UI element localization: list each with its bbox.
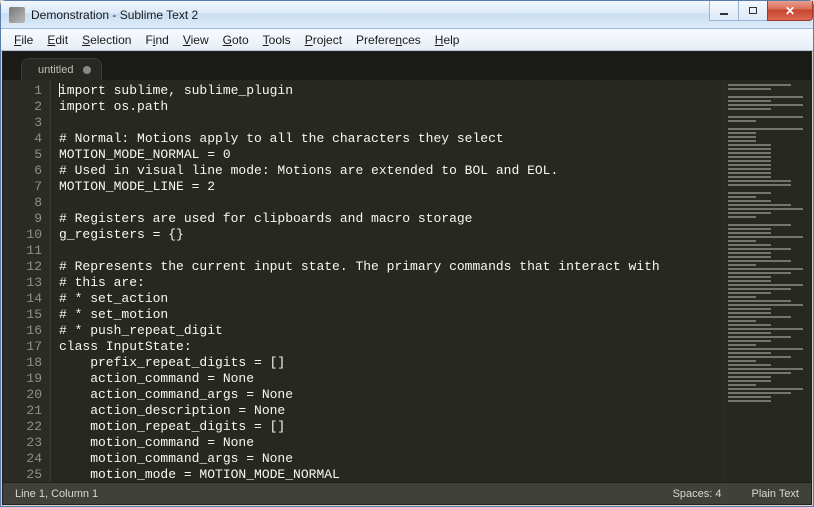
- menu-label: Preferences: [356, 33, 421, 47]
- menu-label: Find: [145, 33, 168, 47]
- dirty-indicator-icon: [83, 66, 91, 74]
- menu-label: File: [14, 33, 33, 47]
- menu-label: View: [183, 33, 209, 47]
- tab-bar: untitled: [3, 52, 811, 80]
- window-titlebar: Demonstration - Sublime Text 2 ✕: [1, 1, 813, 29]
- close-button[interactable]: ✕: [767, 1, 813, 21]
- menu-label: Edit: [47, 33, 68, 47]
- tab-label: untitled: [38, 64, 73, 76]
- minimap-content: [728, 84, 807, 478]
- code-area: 1234567891011121314151617181920212223242…: [3, 80, 811, 482]
- window-title: Demonstration - Sublime Text 2: [31, 8, 198, 22]
- menu-selection[interactable]: Selection: [75, 31, 138, 49]
- maximize-button[interactable]: [738, 1, 768, 21]
- app-icon: [9, 7, 25, 23]
- minimize-button[interactable]: [709, 1, 739, 21]
- status-position[interactable]: Line 1, Column 1: [15, 488, 98, 500]
- minimap[interactable]: [723, 80, 811, 482]
- menu-file[interactable]: File: [7, 31, 40, 49]
- status-syntax[interactable]: Plain Text: [752, 488, 800, 500]
- menu-view[interactable]: View: [176, 31, 216, 49]
- menu-edit[interactable]: Edit: [40, 31, 75, 49]
- tab-untitled[interactable]: untitled: [21, 58, 102, 80]
- menu-project[interactable]: Project: [298, 31, 349, 49]
- line-gutter: 1234567891011121314151617181920212223242…: [3, 80, 51, 482]
- menu-label: Tools: [263, 33, 291, 47]
- menu-find[interactable]: Find: [138, 31, 175, 49]
- menu-help[interactable]: Help: [428, 31, 467, 49]
- code-editor[interactable]: import sublime, sublime_plugin import os…: [51, 80, 723, 482]
- menu-goto[interactable]: Goto: [216, 31, 256, 49]
- menu-preferences[interactable]: Preferences: [349, 31, 428, 49]
- menu-bar: File Edit Selection Find View Goto Tools…: [1, 29, 813, 51]
- menu-label: Selection: [82, 33, 131, 47]
- menu-label: Help: [435, 33, 460, 47]
- window-controls: ✕: [710, 1, 813, 21]
- status-spaces[interactable]: Spaces: 4: [673, 488, 722, 500]
- menu-label: Project: [305, 33, 342, 47]
- editor-container: untitled 1234567891011121314151617181920…: [2, 51, 812, 505]
- menu-label: Goto: [223, 33, 249, 47]
- menu-tools[interactable]: Tools: [256, 31, 298, 49]
- status-bar: Line 1, Column 1 Spaces: 4 Plain Text: [3, 482, 811, 504]
